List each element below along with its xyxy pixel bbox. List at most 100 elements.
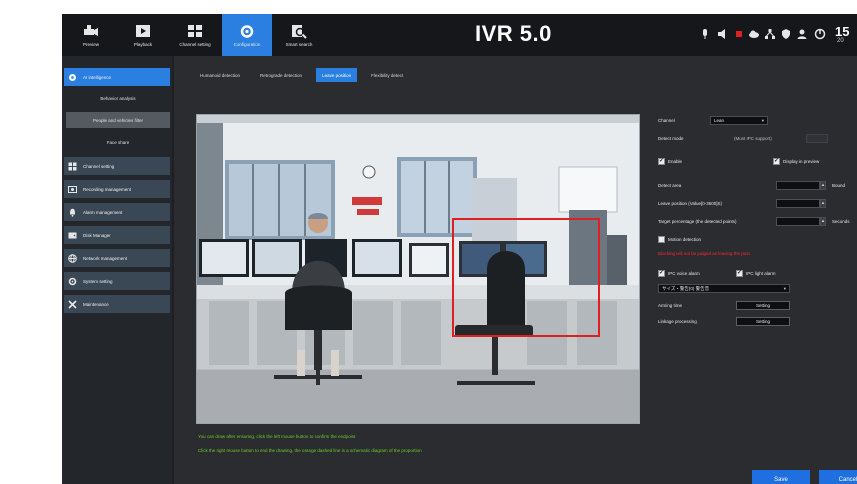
target-percentage-extra: Seconds: [832, 219, 850, 224]
linkage-processing-label: Linkage processing: [658, 319, 697, 324]
chevron-down-icon: ▾: [783, 286, 786, 291]
mode-label: Configuration: [233, 41, 261, 47]
mode-smart-search[interactable]: Smart search: [274, 14, 324, 56]
blocking-warning: Blocking will not be judged as leaving t…: [658, 251, 750, 256]
tab-retrograde-detection[interactable]: Retrograde detection: [254, 68, 308, 82]
sidebar-sub-behavior-analysis[interactable]: Behavior analysis: [66, 90, 170, 106]
mode-preview[interactable]: Preview: [66, 14, 116, 56]
ipc-voice-alarm-label: IPC voice alarm: [668, 271, 700, 276]
ivr-window: Preview Playback Channel setting Configu…: [62, 14, 857, 484]
mode-label: Preview: [82, 41, 99, 47]
leave-position-stepper[interactable]: ▴: [820, 199, 826, 208]
channel-grid-icon: [188, 24, 202, 37]
detect-mode-label: Detect mode: [658, 136, 684, 141]
network-icon[interactable]: [764, 28, 776, 40]
sidebar-item-alarm-management[interactable]: Alarm management: [64, 203, 170, 221]
detection-region-box[interactable]: [452, 218, 600, 337]
tab-leave-position[interactable]: Leave position: [316, 68, 358, 82]
user-icon[interactable]: [796, 28, 808, 40]
cancel-button[interactable]: Cancel: [819, 470, 857, 484]
gear-icon: [240, 24, 254, 38]
shield-icon[interactable]: [780, 28, 792, 40]
enable-checkbox[interactable]: ✓: [658, 158, 665, 165]
top-bar: Preview Playback Channel setting Configu…: [62, 14, 857, 56]
tools-icon: [68, 299, 77, 309]
voice-prompt-select[interactable]: サイズ・警告(0) 警告音 ▾: [658, 284, 790, 293]
detect-mode-value: (Must IPC support): [734, 136, 772, 141]
mode-label: Smart search: [285, 41, 313, 47]
target-percentage-label: Target percentage (the detected points): [658, 219, 737, 224]
speaker-icon[interactable]: [716, 28, 728, 40]
linkage-setting-button[interactable]: Setting: [736, 317, 790, 326]
mode-configuration[interactable]: Configuration: [222, 14, 272, 56]
channel-label: Channel: [658, 118, 675, 123]
sidebar-item-label: Channel setting: [83, 163, 115, 169]
tab-flexibility-detect[interactable]: Flexibility detect: [365, 68, 409, 82]
power-icon[interactable]: [814, 28, 826, 40]
chevron-down-icon: ▾: [761, 118, 764, 123]
app-brand: IVR 5.0: [475, 21, 552, 46]
arming-time-label: Arming time: [658, 303, 683, 308]
detect-area-extra: Bound: [832, 183, 846, 188]
detect-area-input[interactable]: [776, 181, 820, 190]
sidebar-item-label: Alarm management: [83, 209, 123, 215]
channel-select[interactable]: Lean ▾: [710, 116, 768, 125]
sidebar-item-ai-intelligence[interactable]: AI intelligence: [64, 68, 170, 86]
sidebar-item-network-management[interactable]: Network management: [64, 249, 170, 267]
sidebar-item-label: Maintenance: [83, 301, 109, 307]
sidebar-item-label: AI intelligence: [83, 74, 112, 80]
leave-position-input[interactable]: [776, 199, 820, 208]
ipc-voice-alarm-checkbox[interactable]: ✓: [658, 270, 665, 277]
ipc-light-alarm-label: IPC light alarm: [746, 271, 776, 276]
globe-icon: [68, 253, 77, 263]
hint-line-2: Click the right mouse button to end the …: [198, 448, 422, 453]
detect-mode-control[interactable]: [806, 134, 828, 143]
sidebar-item-maintenance[interactable]: Maintenance: [64, 295, 170, 313]
display-preview-label: Display in preview: [783, 159, 820, 164]
channel-select-value: Lean: [714, 118, 725, 123]
display-preview-checkbox[interactable]: ✓: [773, 158, 780, 165]
clock-date: 20: [837, 38, 844, 44]
sidebar-item-disk-manager[interactable]: Disk Manager: [64, 226, 170, 244]
motion-detection-checkbox[interactable]: [658, 236, 665, 243]
search-icon: [292, 24, 307, 39]
sidebar-item-label: Disk Manager: [83, 232, 111, 238]
sidebar-item-recording-management[interactable]: Recording management: [64, 180, 170, 198]
config-content: Humanoid detection Retrograde detection …: [174, 56, 857, 484]
clock-time: 15: [835, 24, 850, 39]
sidebar: AI intelligence Behavior analysis People…: [62, 56, 172, 484]
mode-channel-setting[interactable]: Channel setting: [170, 14, 220, 56]
voice-prompt-value: サイズ・警告(0) 警告音: [662, 286, 710, 291]
mode-label: Channel setting: [179, 41, 211, 47]
microphone-icon[interactable]: [699, 28, 711, 40]
target-percentage-stepper[interactable]: ▴: [820, 217, 826, 226]
sidebar-sub-face-share[interactable]: Face share: [66, 134, 170, 150]
sidebar-sub-people-vehicles-filter[interactable]: People and vehicles filter: [66, 112, 170, 128]
sidebar-item-system-setting[interactable]: System setting: [64, 272, 170, 290]
sidebar-item-label: Network management: [83, 255, 128, 261]
mode-label: Playback: [133, 41, 153, 47]
motion-detection-label: Motion detection: [668, 237, 702, 242]
playback-icon: [136, 24, 150, 37]
tab-humanoid-detection[interactable]: Humanoid detection: [194, 68, 246, 82]
bell-icon: [70, 208, 75, 217]
camera-preview[interactable]: [196, 114, 640, 424]
sidebar-item-label: System setting: [83, 278, 113, 284]
mode-playback[interactable]: Playback: [118, 14, 168, 56]
detect-area-stepper[interactable]: ▴: [820, 181, 826, 190]
alarm-indicator-icon[interactable]: [733, 28, 745, 40]
target-percentage-input[interactable]: [776, 217, 820, 226]
ai-brain-icon: [69, 73, 76, 81]
disk-icon: [68, 232, 77, 238]
arming-time-setting-button[interactable]: Setting: [736, 301, 790, 310]
ipc-light-alarm-checkbox[interactable]: ✓: [736, 270, 743, 277]
tab-bar: Humanoid detection Retrograde detection …: [194, 68, 409, 82]
recording-icon: [68, 185, 77, 193]
save-button[interactable]: Save: [752, 470, 810, 484]
sidebar-item-channel-setting[interactable]: Channel setting: [64, 157, 170, 175]
gear-icon: [68, 277, 77, 285]
detect-area-label: Detect area: [658, 183, 682, 188]
sidebar-item-label: Recording management: [83, 186, 132, 192]
cloud-icon[interactable]: [748, 28, 760, 40]
enable-label: Enable: [668, 159, 683, 164]
